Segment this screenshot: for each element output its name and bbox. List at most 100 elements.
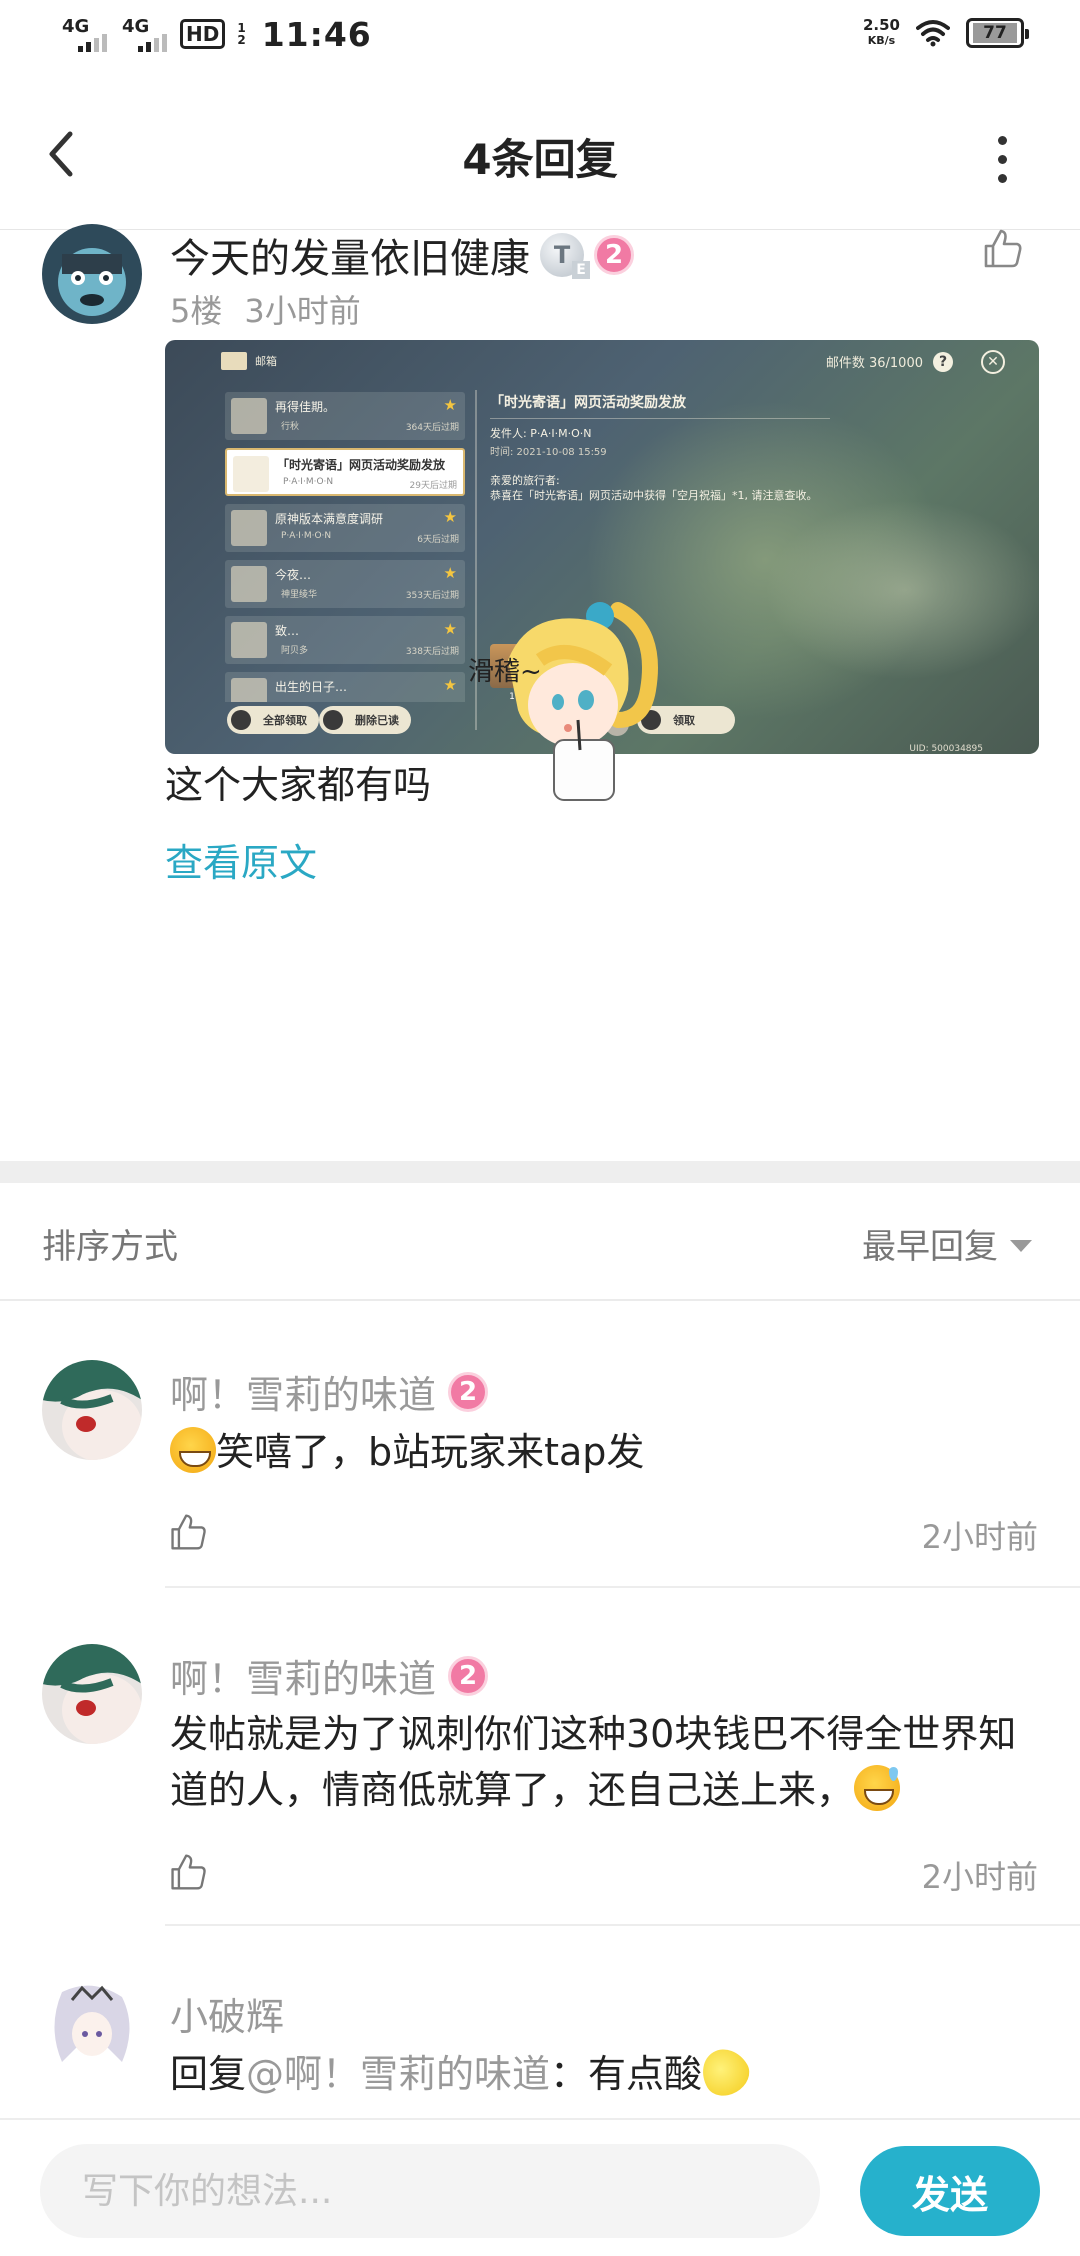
sort-value[interactable]: 最早回复 xyxy=(862,1219,998,1268)
post-time: 3小时前 xyxy=(244,292,361,330)
mail-list: 再得佳期。行秋 364天后过期 ★ 「时光寄语」网页活动奖励发放 P·A·I·M·O·N… xyxy=(225,392,465,702)
post-author[interactable]: 今天的发量依旧健康 TE 2 xyxy=(170,226,634,284)
reply-author-name[interactable]: 啊！雪莉的味道 xyxy=(170,1364,436,1419)
avatar[interactable] xyxy=(42,1982,142,2082)
mail-item-icon xyxy=(231,622,267,658)
star-icon: ★ xyxy=(443,676,457,694)
mail-detail: 「时光寄语」网页活动奖励发放 发件人: P·A·I·M·O·N 时间: 2021… xyxy=(490,392,870,504)
section-divider xyxy=(0,1161,1080,1183)
avatar[interactable] xyxy=(42,1360,142,1460)
network-speed-unit: KB/s xyxy=(867,34,896,47)
claim-label: 领取 xyxy=(673,714,695,727)
mail-item-sender: 行秋 xyxy=(281,422,300,432)
mail-item-title: 再得佳期。 xyxy=(275,400,336,414)
mail-list-item: 致… 阿贝多 338天后过期 ★ xyxy=(225,616,465,664)
mail-item-expiry: 353天后过期 xyxy=(405,591,459,601)
reply-content: 笑嘻了，b站玩家来tap发 xyxy=(170,1424,1050,1480)
avatar[interactable] xyxy=(42,224,142,324)
status-bar-left: 4G 4G HD 1 2 11:46 xyxy=(60,14,372,54)
title-badge-text: T xyxy=(553,241,571,269)
mail-item-title: 今夜… xyxy=(275,568,312,582)
status-bar: 4G 4G HD 1 2 11:46 2.50 KB/s 77 xyxy=(0,0,1080,72)
more-options-icon[interactable] xyxy=(996,136,1008,183)
avatar-image xyxy=(42,1360,142,1460)
delete-icon xyxy=(323,710,343,730)
reply-prefix: 回复 xyxy=(170,2052,247,2096)
like-icon[interactable] xyxy=(168,1852,208,1892)
reply-content: 回复@啊！雪莉的味道：有点酸 xyxy=(170,2040,1050,2104)
like-icon[interactable] xyxy=(168,1512,208,1552)
nav-header: 4条回复 xyxy=(0,90,1080,230)
avatar-image xyxy=(42,1644,142,1744)
reply-time: 2小时前 xyxy=(921,1518,1038,1556)
mail-item-icon xyxy=(231,566,267,602)
reply-mention[interactable]: @啊！雪莉的味道 xyxy=(246,2052,550,2096)
mailbox-label: 邮箱 xyxy=(255,355,277,368)
hd-sub-bottom: 2 xyxy=(237,33,246,47)
comment-input[interactable] xyxy=(40,2144,820,2238)
mailbox-header: 邮箱 xyxy=(221,352,277,370)
network-speed-value: 2.50 xyxy=(862,16,900,34)
delete-read-button: 删除已读 xyxy=(319,706,411,734)
mail-detail-greeting: 亲爱的旅行者: xyxy=(490,474,560,487)
hd-voice-icon: HD xyxy=(180,19,226,49)
reply-author-name[interactable]: 啊！雪莉的味道 xyxy=(170,1648,436,1703)
mail-count: 邮件数 36/1000 xyxy=(825,356,923,371)
mail-item-icon xyxy=(233,456,269,492)
help-icon: ? xyxy=(933,352,953,372)
post-body: 这个大家都有吗 xyxy=(165,763,432,807)
star-icon: ★ xyxy=(443,564,457,582)
reply-content: 发帖就是为了讽刺你们这种30块钱巴不得全世界知道的人，情商低就算了，还自己送上来… xyxy=(170,1706,1050,1818)
avatar-image xyxy=(42,1982,142,2082)
mail-detail-sender: 发件人: P·A·I·M·O·N xyxy=(490,427,592,440)
post-author-name[interactable]: 今天的发量依旧健康 xyxy=(170,226,530,284)
star-icon: ★ xyxy=(443,620,457,638)
reply-author[interactable]: 小破辉 xyxy=(170,1986,284,2041)
mail-list-item: 再得佳期。 行秋 364天后过期 ★ xyxy=(225,392,465,440)
mail-item-sender: 神里绫华 xyxy=(281,590,318,600)
mail-detail-body: 恭喜在「时光寄语」网页活动中获得「空月祝福」*1, 请注意查收。 xyxy=(490,489,818,502)
sort-dropdown[interactable]: 最早回复 xyxy=(862,1219,1032,1268)
mail-list-item: 今夜… 神里绫华 353天后过期 ★ xyxy=(225,560,465,608)
lemon-emoji-icon xyxy=(693,2040,757,2104)
signal-icon: 4G xyxy=(60,14,110,54)
reply-author-name[interactable]: 小破辉 xyxy=(170,1986,284,2041)
level-badge: 2 xyxy=(448,1655,489,1696)
star-icon: ★ xyxy=(443,508,457,526)
level-badge: 2 xyxy=(448,1371,489,1412)
mail-item-sender: P·A·I·M·O·N xyxy=(283,477,334,487)
send-button[interactable]: 发送 xyxy=(860,2146,1040,2236)
status-bar-right: 2.50 KB/s 77 xyxy=(863,18,1029,48)
comment-composer: 发送 xyxy=(0,2118,1080,2256)
reply-text: 笑嘻了，b站玩家来tap发 xyxy=(216,1430,645,1474)
sticker-image: 滑稽~ xyxy=(468,602,658,801)
reply-author[interactable]: 啊！雪莉的味道 2 xyxy=(170,1364,489,1419)
grin-emoji-icon xyxy=(170,1427,216,1473)
battery-level: 77 xyxy=(973,23,1017,43)
mail-item-sender: 阿贝多 xyxy=(281,646,309,656)
page-title: 4条回复 xyxy=(462,135,618,184)
claim-all-label: 全部领取 xyxy=(263,714,307,727)
mail-detail-title: 「时光寄语」网页活动奖励发放 xyxy=(490,395,686,411)
mail-item-icon xyxy=(231,398,267,434)
like-icon[interactable] xyxy=(980,226,1024,270)
sort-row: 排序方式 最早回复 xyxy=(0,1183,1080,1301)
delete-read-label: 删除已读 xyxy=(355,714,399,727)
reply-time: 2小时前 xyxy=(921,1858,1038,1896)
mail-item-expiry: 364天后过期 xyxy=(405,423,459,433)
sweat-smile-emoji-icon xyxy=(854,1765,901,1811)
avatar[interactable] xyxy=(42,1644,142,1744)
chevron-down-icon[interactable] xyxy=(1010,1239,1032,1252)
sort-label: 排序方式 xyxy=(42,1227,178,1267)
network-speed: 2.50 KB/s xyxy=(863,18,900,48)
reply-author[interactable]: 啊！雪莉的味道 2 xyxy=(170,1648,489,1703)
mailbox-icon xyxy=(221,352,247,370)
view-original-link[interactable]: 查看原文 xyxy=(165,832,317,887)
mail-list-item: 「时光寄语」网页活动奖励发放 P·A·I·M·O·N 29天后过期 xyxy=(225,448,465,496)
mail-item-expiry: 29天后过期 xyxy=(409,481,457,491)
mail-item-sender: P·A·I·M·O·N xyxy=(281,531,332,541)
clock: 11:46 xyxy=(261,14,372,54)
battery-icon: 77 xyxy=(966,18,1029,48)
mail-item-title: 「时光寄语」网页活动奖励发放 xyxy=(277,458,446,472)
claim-all-button: 全部领取 xyxy=(227,706,319,734)
